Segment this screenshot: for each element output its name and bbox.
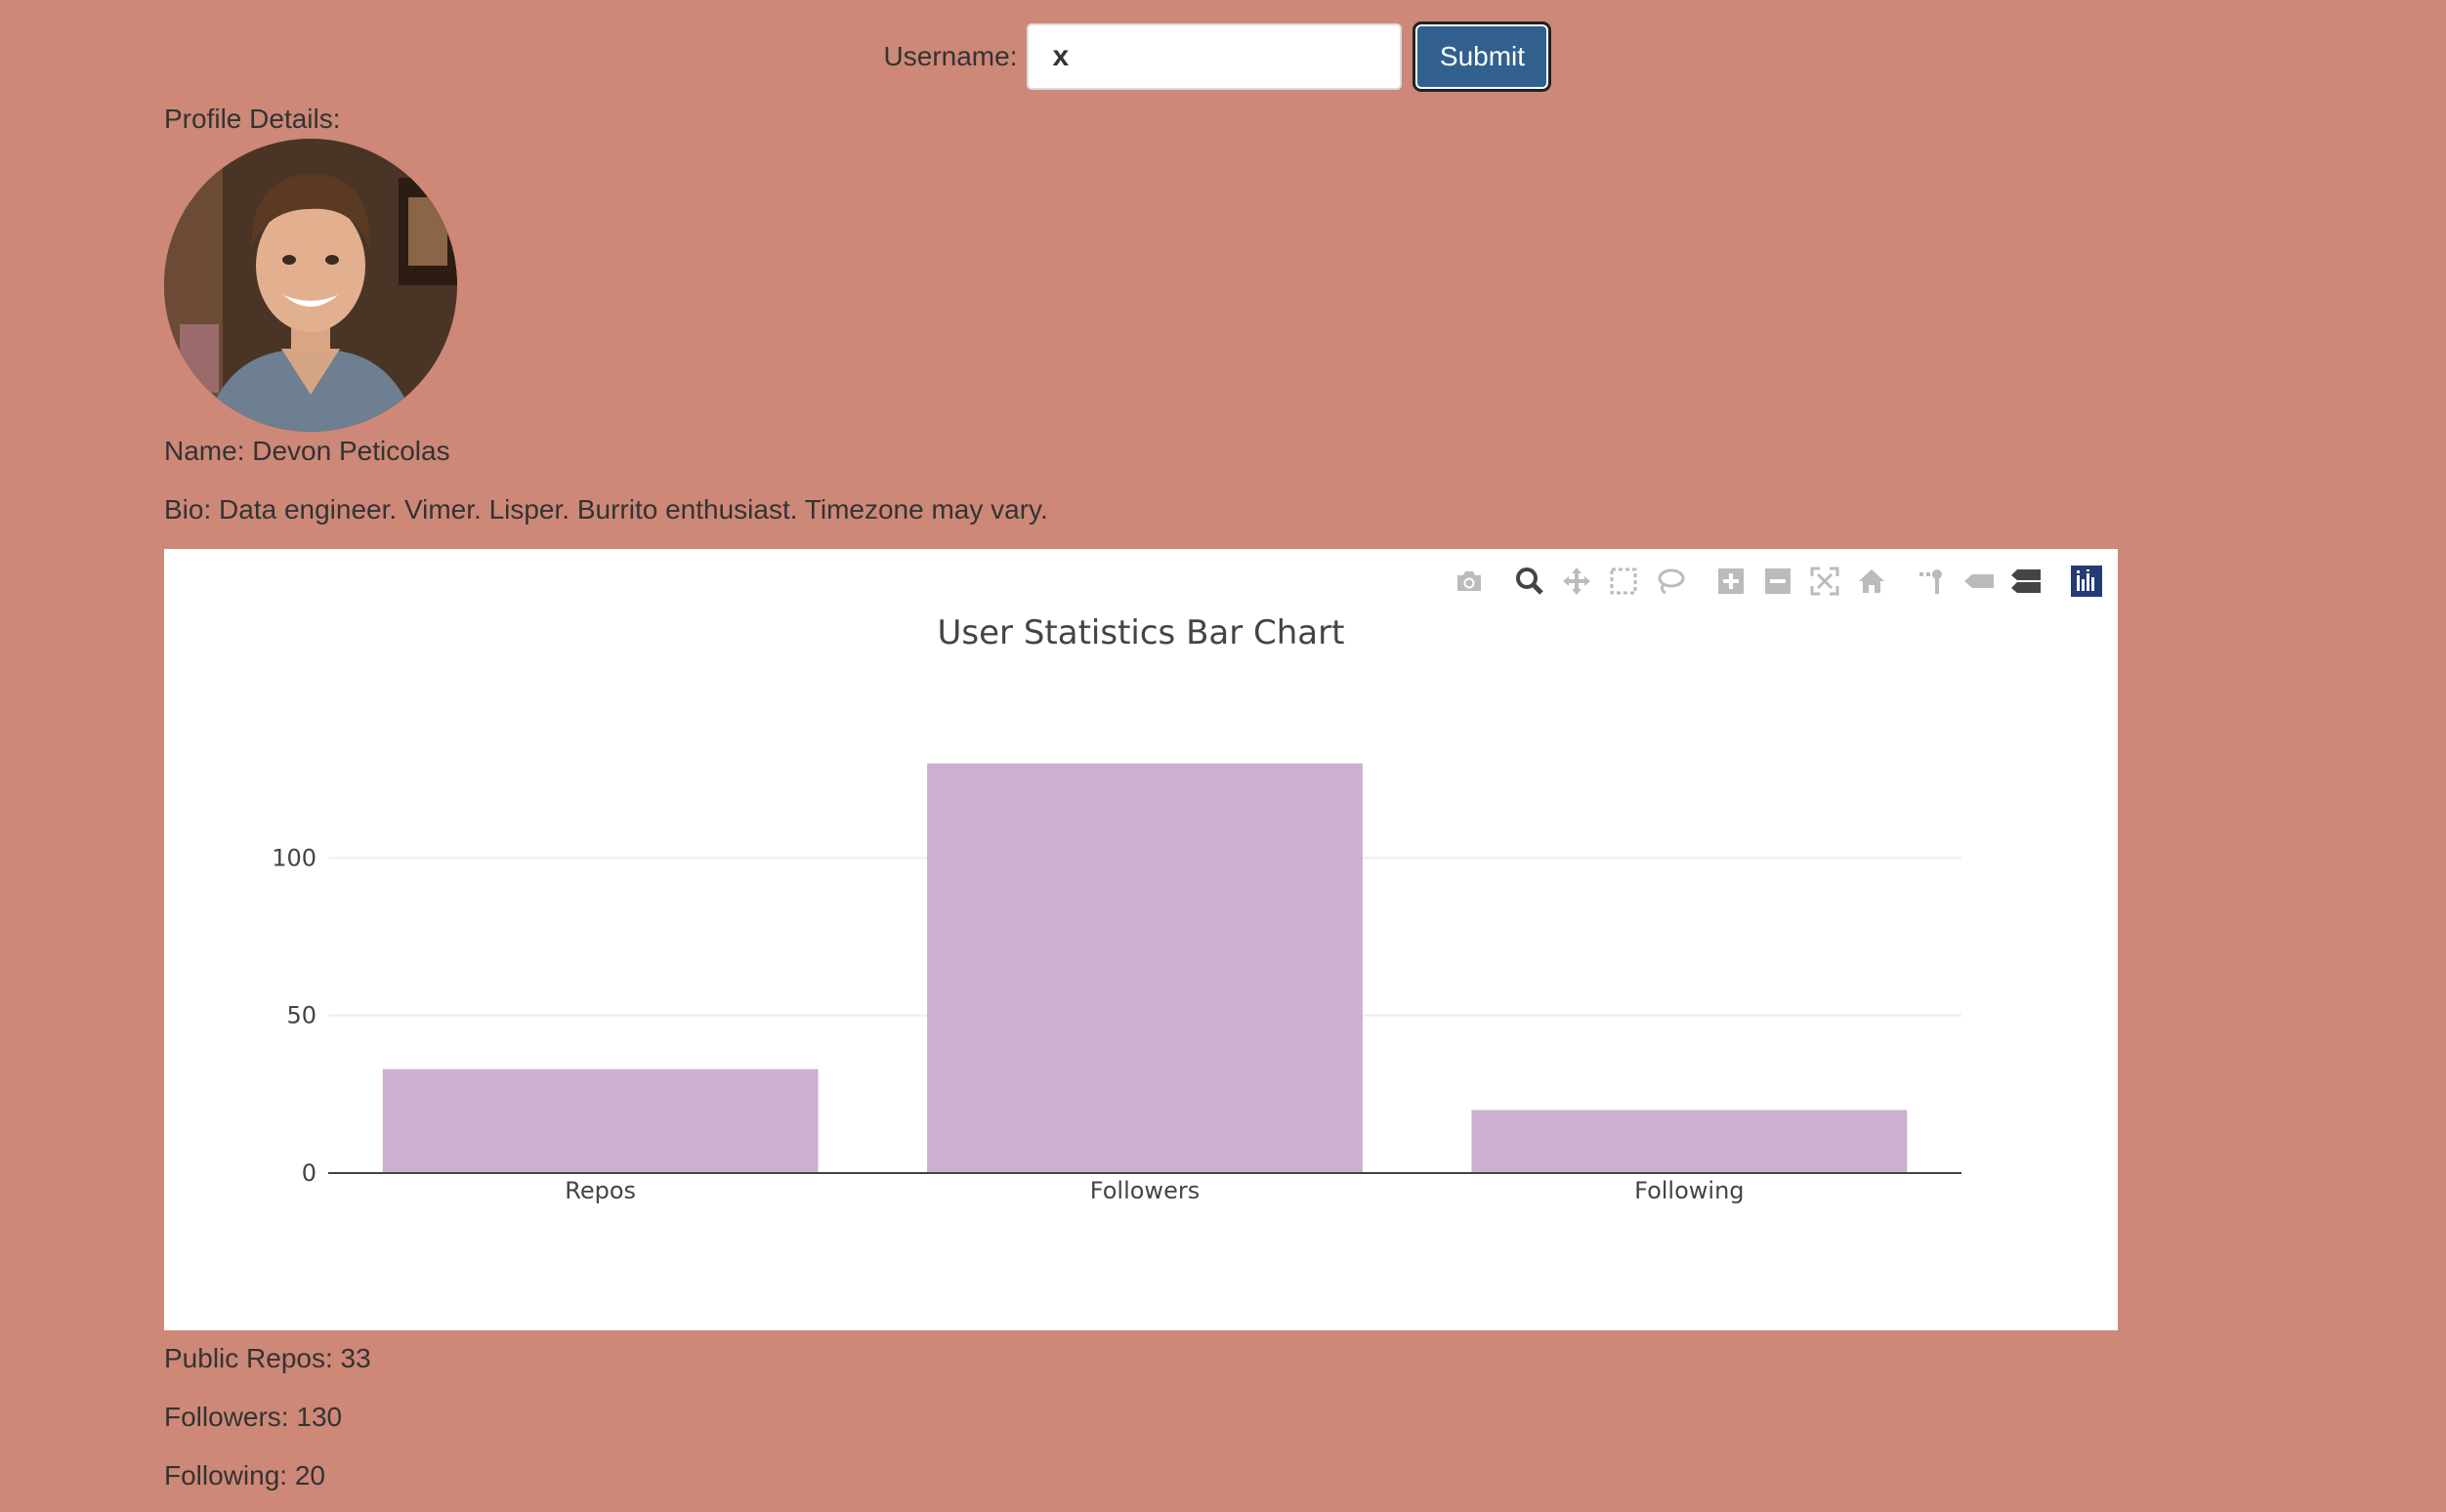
username-form: Username: Submit: [0, 21, 2446, 92]
y-tick-label: 0: [302, 1159, 316, 1187]
x-tick-label: Followers: [1090, 1177, 1200, 1204]
x-tick-label: Following: [1634, 1177, 1744, 1204]
stat-followers: Followers: 130: [164, 1402, 343, 1432]
avatar: [164, 139, 457, 432]
stat-following: Following: 20: [164, 1460, 325, 1491]
username-label: Username:: [883, 41, 1018, 71]
profile-name: Name: Devon Peticolas: [164, 436, 450, 466]
bar-following[interactable]: [1471, 1110, 1908, 1173]
bar-followers[interactable]: [927, 763, 1363, 1173]
avatar-photo: [164, 139, 457, 432]
y-tick-label: 50: [286, 1002, 316, 1029]
profile-bio: Bio: Data engineer. Vimer. Lisper. Burri…: [164, 494, 1048, 525]
submit-button[interactable]: Submit: [1413, 21, 1552, 92]
y-tick-label: 100: [272, 844, 316, 871]
bar-chart-svg: 0 50 100 Repos Followers Following: [272, 763, 1961, 1204]
stat-public-repos: Public Repos: 33: [164, 1343, 371, 1373]
bar-repos[interactable]: [382, 1069, 819, 1173]
x-tick-label: Repos: [565, 1177, 636, 1204]
profile-heading: Profile Details:: [164, 104, 341, 134]
bar-chart-panel: User Statistics Bar Chart 0 50 100 Repos Fol…: [164, 549, 2118, 1330]
username-input[interactable]: [1027, 23, 1403, 90]
